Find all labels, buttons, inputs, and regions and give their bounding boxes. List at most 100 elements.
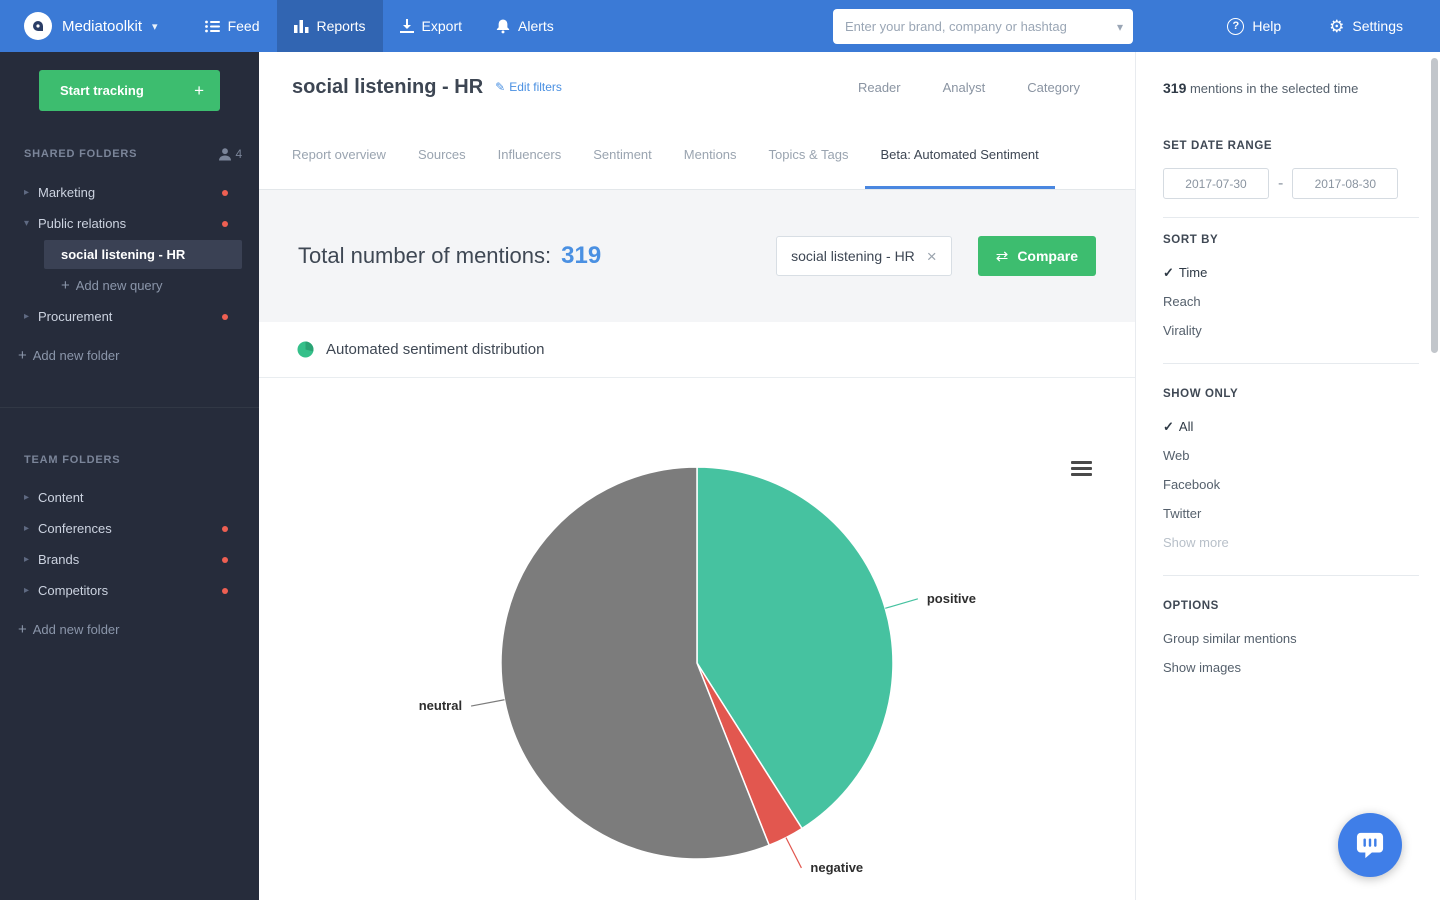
mentions-count: 319 [1163,80,1186,96]
sidebar-folder-conferences[interactable]: ▸ Conferences [0,513,259,544]
option-show-images[interactable]: Show images [1163,653,1419,682]
add-new-folder-button[interactable]: + Add new folder [0,614,259,645]
date-from-input[interactable] [1163,168,1269,199]
sidebar-query-social-listening-hr[interactable]: social listening - HR [44,240,242,269]
sort-option-reach[interactable]: Reach [1163,287,1419,316]
tab-beta-automated-sentiment[interactable]: Beta: Automated Sentiment [865,122,1055,189]
tab-report-overview[interactable]: Report overview [276,122,402,189]
tab-mentions[interactable]: Mentions [668,122,753,189]
option-label: Facebook [1163,477,1220,492]
tab-label: Influencers [498,147,562,162]
add-new-query-label: Add new query [76,278,163,293]
main-content: social listening - HR ✎ Edit filters Rea… [259,52,1135,900]
option-label: Time [1179,265,1207,280]
start-tracking-label: Start tracking [60,83,144,98]
folder-label: Marketing [38,185,95,200]
shared-folders-label: SHARED FOLDERS [24,148,137,160]
add-new-folder-label: Add new folder [33,622,120,637]
help-button[interactable]: ? Help [1210,0,1298,52]
sidebar-folder-brands[interactable]: ▸ Brands [0,544,259,575]
search-input[interactable] [845,19,1117,34]
option-group-similar-mentions[interactable]: Group similar mentions [1163,624,1419,653]
sidebar-folder-content[interactable]: ▸ Content [0,482,259,513]
sidebar-folder-procurement[interactable]: ▸ Procurement [0,301,259,332]
total-mentions-label: Total number of mentions: [298,243,551,269]
chat-bubble-icon [1355,831,1385,859]
view-category[interactable]: Category [1027,80,1080,95]
option-label: All [1179,419,1193,434]
sidebar-folder-public-relations[interactable]: ▾ Public relations [0,208,259,239]
tab-sentiment[interactable]: Sentiment [577,122,668,189]
unread-dot [222,557,228,563]
brand-menu[interactable]: Mediatoolkit ▾ [24,12,158,40]
tab-topics-tags[interactable]: Topics & Tags [753,122,865,189]
chevron-down-icon: ▾ [152,20,158,33]
bar-chart-icon [294,19,309,33]
mediatoolkit-logo [24,12,52,40]
show-option-facebook[interactable]: Facebook [1163,470,1419,499]
chart-menu-icon[interactable] [1071,458,1092,479]
chevron-down-icon[interactable]: ▾ [1117,20,1123,34]
view-reader[interactable]: Reader [858,80,901,95]
sidebar-divider [0,407,259,408]
chat-widget-button[interactable] [1338,813,1402,877]
bell-icon [496,19,510,34]
options-heading: OPTIONS [1163,600,1419,612]
tab-sources[interactable]: Sources [402,122,482,189]
brand-name: Mediatoolkit [62,18,142,35]
help-label: Help [1252,18,1281,34]
add-new-query-button[interactable]: + Add new query [0,270,259,301]
mentions-count-line: 319 mentions in the selected time [1163,80,1419,96]
sidebar-folder-competitors[interactable]: ▸ Competitors [0,575,259,606]
show-option-all[interactable]: ✓ All [1163,412,1419,441]
option-label: Show images [1163,660,1241,675]
show-more-link[interactable]: Show more [1163,528,1419,557]
nav-feed[interactable]: Feed [188,0,277,52]
sort-option-virality[interactable]: Virality [1163,316,1419,345]
tab-influencers[interactable]: Influencers [482,122,578,189]
chevron-right-icon: ▸ [24,187,38,198]
query-label: social listening - HR [61,247,185,262]
show-option-twitter[interactable]: Twitter [1163,499,1419,528]
plus-icon: + [194,81,204,101]
start-tracking-button[interactable]: Start tracking + [39,70,220,111]
divider [1163,363,1419,364]
edit-filters-label: Edit filters [509,80,562,94]
page-title: social listening - HR [292,76,483,99]
chevron-right-icon: ▸ [24,311,38,322]
pie-label-positive: positive [927,591,976,606]
edit-filters-link[interactable]: ✎ Edit filters [495,80,562,94]
sort-options: ✓ Time Reach Virality [1163,258,1419,345]
date-range-heading: SET DATE RANGE [1163,140,1419,152]
settings-button[interactable]: ⚙ Settings [1312,0,1420,52]
help-icon: ? [1227,18,1244,35]
nav-alerts[interactable]: Alerts [479,0,571,52]
nav-export[interactable]: Export [383,0,479,52]
shared-folders-heading: SHARED FOLDERS 4 [24,147,243,161]
show-option-web[interactable]: Web [1163,441,1419,470]
pie-chart-icon [297,341,314,358]
close-icon[interactable]: × [927,248,937,265]
plus-icon: + [61,277,70,294]
pencil-icon: ✎ [495,80,505,94]
compare-arrows-icon: ⇄ [996,247,1009,265]
shared-folders-users[interactable]: 4 [219,147,243,161]
view-analyst[interactable]: Analyst [943,80,986,95]
sidebar-folder-marketing[interactable]: ▸ Marketing [0,177,259,208]
option-label: Group similar mentions [1163,631,1297,646]
nav-reports[interactable]: Reports [277,0,383,52]
view-switcher: Reader Analyst Category [858,80,1080,95]
nav-right: ? Help ⚙ Settings [1210,0,1420,52]
date-range-row: - [1163,168,1419,199]
sort-option-time[interactable]: ✓ Time [1163,258,1419,287]
shared-user-count: 4 [236,147,243,161]
page-scrollbar[interactable] [1431,58,1438,353]
add-new-folder-button[interactable]: + Add new folder [0,340,259,371]
compare-button[interactable]: ⇄ Compare [978,236,1096,276]
download-icon [400,19,414,33]
report-header: social listening - HR ✎ Edit filters Rea… [259,52,1135,122]
sentiment-chart-area: positivenegativeneutral [259,378,1135,900]
chevron-down-icon: ▾ [24,218,38,229]
date-to-input[interactable] [1292,168,1398,199]
pie-leader-line [786,838,801,868]
